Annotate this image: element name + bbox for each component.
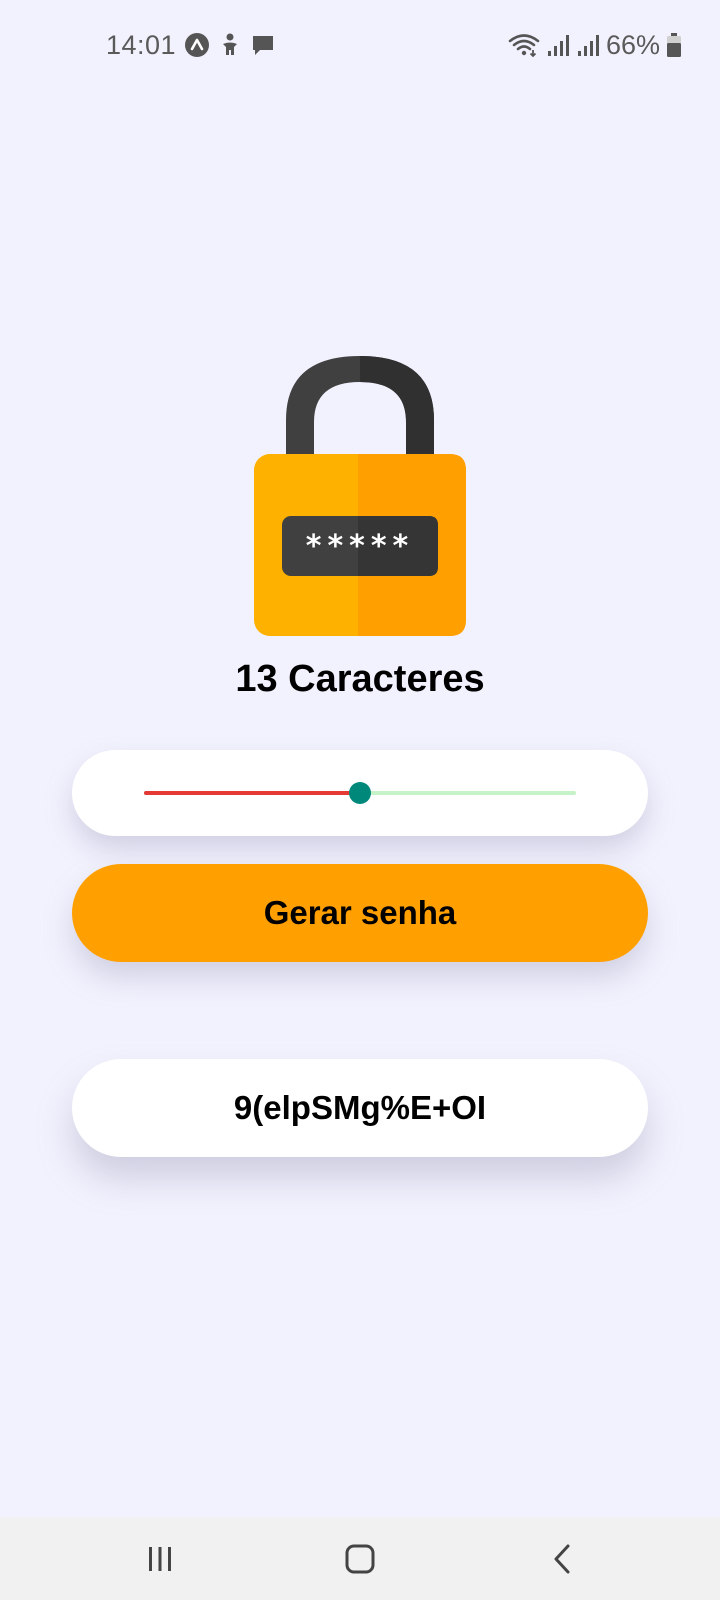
char-count-label: 13 Caracteres [235,658,485,700]
arrow-up-circle-icon [184,32,210,58]
signal-icon [546,32,570,58]
status-bar-left: 14:01 [106,28,276,62]
wifi-icon [508,32,540,58]
app-screen: 14:01 66% ***** 13 Caracteres Gerar senh… [0,0,720,1600]
status-time: 14:01 [106,29,177,60]
recent-apps-icon[interactable] [130,1535,190,1583]
slider-thumb[interactable] [349,782,371,804]
signal-icon [576,32,600,58]
generated-password-box[interactable]: 9(elpSMg%E+OI [72,1059,648,1157]
accessibility-icon [218,32,242,58]
padlock-password-icon: ***** [254,356,466,636]
length-slider-card [72,750,648,836]
home-icon[interactable] [330,1535,390,1583]
back-icon[interactable] [533,1535,593,1583]
navigation-bar [0,1517,720,1600]
chat-icon [250,32,276,58]
status-bar: 14:01 66% [0,0,720,90]
generated-password-text: 9(elpSMg%E+OI [233,1089,487,1126]
generate-password-button[interactable]: Gerar senha [72,864,648,962]
battery-percentage: 66% [605,29,660,60]
lock-code-mask: ***** [306,529,414,564]
status-bar-right: 66% [508,28,682,62]
slider-fill [144,791,360,795]
battery-icon [666,32,682,58]
